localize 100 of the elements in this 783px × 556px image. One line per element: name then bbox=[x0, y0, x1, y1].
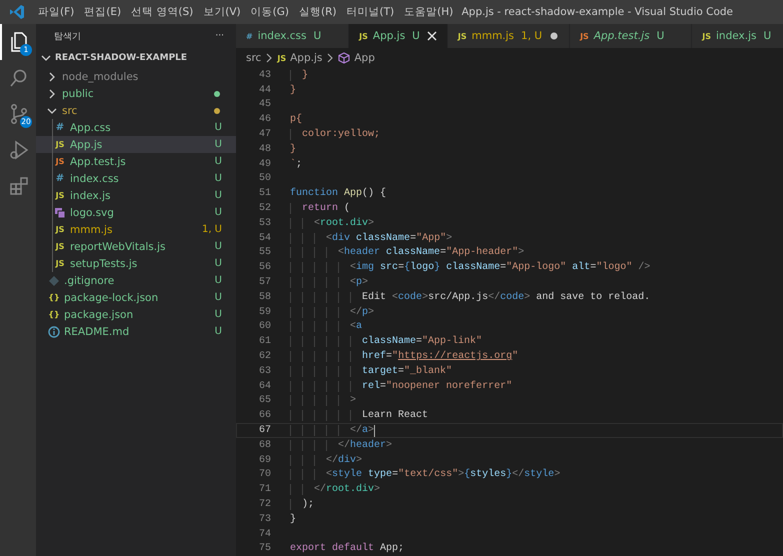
line-number: 70 bbox=[258, 469, 271, 480]
menu-item[interactable]: 선택 영역(S) bbox=[126, 5, 198, 19]
git-status: U bbox=[412, 30, 420, 42]
file-type-icon: # bbox=[54, 122, 66, 133]
tree-item[interactable]: .gitignore U bbox=[36, 272, 236, 289]
tree-item[interactable]: JS App.js U bbox=[36, 136, 236, 153]
code-line: p{ bbox=[290, 114, 302, 126]
code-line: } bbox=[290, 514, 296, 525]
file-type-icon: JS bbox=[580, 32, 589, 40]
file-type-icon: JS bbox=[54, 259, 66, 268]
menu-item[interactable]: 실행(R) bbox=[294, 5, 342, 19]
code-line: ); bbox=[290, 499, 314, 510]
line-number: 75 bbox=[258, 543, 271, 554]
tab-label: index.css bbox=[258, 30, 306, 42]
line-number: 53 bbox=[258, 218, 271, 229]
line-number: 47 bbox=[258, 129, 271, 140]
git-status: U bbox=[214, 326, 222, 337]
editor-tab[interactable]: # index.css U bbox=[236, 24, 350, 48]
code-line: className="App-link" bbox=[290, 336, 482, 348]
tree-item[interactable]: {} package-lock.json U bbox=[36, 289, 236, 306]
code-line: <header className="App-header"> bbox=[290, 247, 524, 258]
breadcrumb-item[interactable]: src bbox=[246, 52, 262, 64]
code-line: <img src={logo} className="App-logo" alt="logo" /> bbox=[290, 262, 650, 274]
git-status: U bbox=[214, 292, 222, 303]
code-line: </header> bbox=[290, 440, 392, 451]
tree-item[interactable]: node_modules bbox=[36, 68, 236, 85]
tab-label: App.js bbox=[372, 30, 406, 42]
tree-item[interactable]: # index.css U bbox=[36, 170, 236, 187]
line-number: 58 bbox=[258, 292, 271, 303]
breadcrumb-item[interactable]: App bbox=[354, 52, 375, 64]
git-status: U bbox=[214, 139, 222, 150]
file-name: node_modules bbox=[62, 70, 140, 82]
menu-item[interactable]: 파일(F) bbox=[33, 5, 80, 19]
editor-tab[interactable]: JS App.test.js U bbox=[570, 24, 692, 48]
line-number: 55 bbox=[258, 247, 271, 258]
image-file-icon bbox=[54, 206, 66, 218]
tree-item[interactable]: JS reportWebVitals.js U bbox=[36, 238, 236, 255]
git-status: U bbox=[214, 122, 222, 133]
tree-item[interactable]: logo.svg U bbox=[36, 204, 236, 221]
chevron-icon bbox=[326, 53, 334, 63]
code-line: <a bbox=[290, 321, 362, 332]
tab-label: App.test.js bbox=[594, 30, 650, 42]
tree-item[interactable]: JS setupTests.js U bbox=[36, 255, 236, 272]
code-line: Learn React bbox=[290, 410, 428, 422]
tree-item[interactable]: {} package.json U bbox=[36, 306, 236, 323]
line-number: 61 bbox=[258, 336, 271, 348]
more-actions-button[interactable]: ··· bbox=[215, 31, 224, 41]
file-name: README.md bbox=[64, 326, 130, 338]
line-number: 71 bbox=[258, 484, 271, 496]
git-status: U bbox=[214, 207, 222, 218]
code-line: target="_blank" bbox=[290, 366, 452, 377]
project-name: REACT-SHADOW-EXAMPLE bbox=[55, 53, 188, 63]
git-status: U bbox=[214, 275, 222, 286]
git-status: 1, U bbox=[521, 30, 542, 42]
code-line: <p> bbox=[290, 277, 368, 288]
line-number: 49 bbox=[258, 158, 271, 170]
file-type-icon: JS bbox=[54, 157, 66, 166]
line-number: 72 bbox=[258, 499, 271, 510]
line-number: 67 bbox=[258, 425, 271, 436]
line-number: 48 bbox=[258, 144, 271, 155]
menu-item[interactable]: 도움말(H) bbox=[399, 5, 458, 19]
code-line: `; bbox=[290, 158, 302, 170]
tree-item[interactable]: README.md U bbox=[36, 323, 236, 340]
git-status: U bbox=[656, 30, 664, 42]
menu-item[interactable]: 편집(E) bbox=[79, 5, 126, 19]
file-name: .gitignore bbox=[64, 274, 116, 286]
code-line: > bbox=[290, 395, 356, 406]
tree-item[interactable]: JS App.test.js U bbox=[36, 153, 236, 170]
tree-item[interactable]: public bbox=[36, 85, 236, 102]
tree-item[interactable]: JS mmm.js 1, U bbox=[36, 221, 236, 238]
code-line: href="https://reactjs.org" bbox=[290, 351, 518, 362]
close-icon[interactable] bbox=[426, 31, 437, 41]
menu-item[interactable]: 이동(G) bbox=[246, 5, 294, 19]
file-type-icon: JS bbox=[54, 242, 66, 251]
line-number: 56 bbox=[258, 262, 271, 274]
code-line: </a> bbox=[290, 425, 374, 436]
editor-tab[interactable]: JS index.js U bbox=[692, 24, 783, 48]
tree-item[interactable]: src bbox=[36, 102, 236, 119]
editor-tab[interactable]: JS mmm.js 1, U bbox=[448, 24, 570, 48]
code-line: <root.div> bbox=[290, 218, 374, 229]
tree-item[interactable]: JS index.js U bbox=[36, 187, 236, 204]
window-title: App.js - react-shadow-example - Visual Studio Code bbox=[460, 6, 734, 18]
file-type-icon: {} bbox=[48, 293, 60, 302]
line-number: 69 bbox=[258, 454, 271, 466]
breadcrumb-item[interactable]: App.js bbox=[290, 52, 322, 64]
line-number: 57 bbox=[258, 277, 271, 288]
file-type-icon: JS bbox=[359, 32, 368, 40]
section-header[interactable]: REACT-SHADOW-EXAMPLE bbox=[36, 48, 236, 68]
code-line: <style type="text/css">{styles}</style> bbox=[290, 469, 560, 480]
panel-title: 탐색기 bbox=[54, 30, 81, 42]
file-type-icon: JS bbox=[54, 191, 66, 200]
line-number: 51 bbox=[258, 188, 271, 200]
line-number: 63 bbox=[258, 366, 271, 377]
code-line: } bbox=[290, 84, 296, 96]
file-type-icon: {} bbox=[48, 310, 60, 319]
menu-item[interactable]: 터미널(T) bbox=[342, 5, 400, 19]
editor-tab[interactable]: JS App.js U bbox=[349, 24, 448, 48]
git-status: U bbox=[763, 30, 772, 42]
line-number: 62 bbox=[258, 351, 271, 362]
menu-item[interactable]: 보기(V) bbox=[198, 5, 246, 19]
